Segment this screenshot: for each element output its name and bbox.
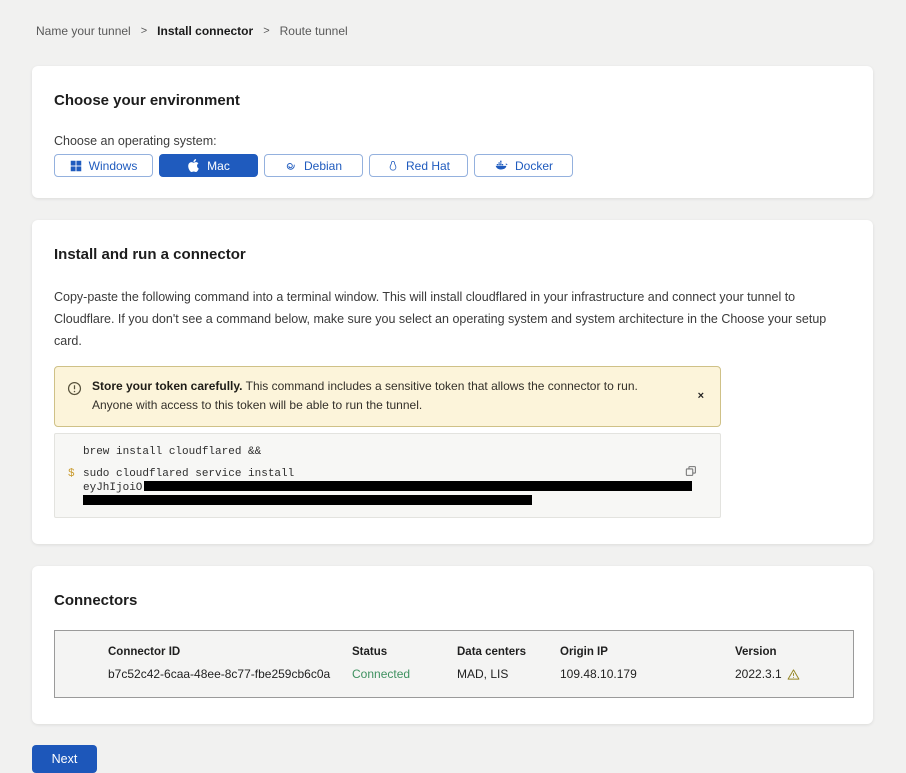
column-header-connector-id: Connector ID [108,646,352,658]
breadcrumb-step-route-tunnel[interactable]: Route tunnel [280,24,348,38]
breadcrumb-step-install-connector[interactable]: Install connector [157,24,253,38]
apple-logo-icon [187,159,200,172]
breadcrumb: Name your tunnel > Install connector > R… [0,0,906,38]
connectors-table-header: Connector ID Status Data centers Origin … [108,646,843,658]
connector-version-cell: 2022.3.1 [735,667,843,681]
connector-origin-ip-value: 109.48.10.179 [560,667,735,681]
connectors-table: Connector ID Status Data centers Origin … [54,630,854,698]
os-button-redhat[interactable]: Red Hat [369,154,468,177]
os-button-label: Docker [515,159,553,173]
column-header-origin-ip: Origin IP [560,646,735,658]
os-button-docker[interactable]: Docker [474,154,573,177]
install-command-code-block: $ brew install cloudflared && sudo cloud… [54,433,721,518]
connectors-card-title: Connectors [54,592,851,609]
command-line-2: sudo cloudflared service install [83,468,680,480]
alert-circle-icon [67,381,82,401]
copy-icon[interactable] [684,464,698,478]
os-select-label: Choose an operating system: [54,134,851,148]
os-button-label: Red Hat [406,159,450,173]
os-button-debian[interactable]: Debian [264,154,363,177]
token-prefix: eyJhIjoiO [83,482,142,494]
environment-card: Choose your environment Choose an operat… [32,66,873,198]
column-header-version: Version [735,646,843,658]
redhat-logo-icon [387,160,399,172]
redacted-token-bar [83,495,532,505]
os-button-label: Windows [89,159,138,173]
token-warning-banner: Store your token carefully. This command… [54,366,721,428]
close-icon[interactable]: × [696,388,706,404]
connector-version-value: 2022.3.1 [735,667,782,681]
os-button-windows[interactable]: Windows [54,154,153,177]
warning-triangle-icon [787,668,800,681]
windows-logo-icon [70,160,82,172]
connector-status-badge: Connected [352,667,457,681]
breadcrumb-separator: > [141,25,147,37]
terminal-prompt: $ [68,468,75,480]
debian-logo-icon [285,160,297,172]
environment-card-title: Choose your environment [54,92,851,109]
breadcrumb-separator: > [263,25,269,37]
column-header-status: Status [352,646,457,658]
docker-logo-icon [494,159,508,172]
installer-card: Install and run a connector Copy-paste t… [32,220,873,544]
breadcrumb-step-name-your-tunnel[interactable]: Name your tunnel [36,24,131,38]
installer-description: Copy-paste the following command into a … [54,287,851,353]
installer-card-title: Install and run a connector [54,246,851,263]
token-line: eyJhIjoiO [83,481,680,505]
os-button-group: Windows Mac Debian Red Hat Docker [54,154,851,177]
redacted-token-bar [144,481,692,491]
connectors-card: Connectors Connector ID Status Data cent… [32,566,873,724]
connector-id-value: b7c52c42-6caa-48ee-8c77-fbe259cb6c0a [108,667,352,681]
column-header-data-centers: Data centers [457,646,560,658]
token-warning-title: Store your token carefully. [92,379,243,393]
os-button-label: Debian [304,159,342,173]
command-line-1: brew install cloudflared && [83,446,680,458]
os-button-mac[interactable]: Mac [159,154,258,177]
token-warning-text: Store your token carefully. This command… [92,377,680,417]
os-button-label: Mac [207,159,230,173]
connector-table-row: b7c52c42-6caa-48ee-8c77-fbe259cb6c0a Con… [108,667,843,681]
connector-data-centers-value: MAD, LIS [457,667,560,681]
next-button[interactable]: Next [32,745,97,773]
